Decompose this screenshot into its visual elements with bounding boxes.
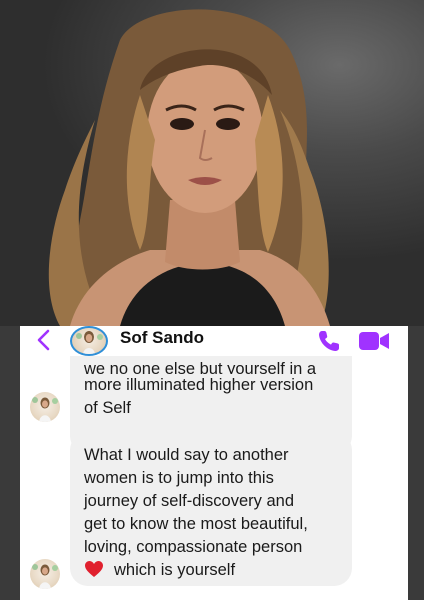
- message-line: women is to jump into this: [84, 469, 274, 487]
- phone-icon[interactable]: [316, 328, 342, 354]
- message-text: which is yourself: [114, 561, 236, 579]
- message-line: we no one else but yourself in a: [84, 360, 317, 374]
- avatar-image: [76, 331, 103, 354]
- chat-header: Sof Sando: [20, 326, 408, 356]
- message-line: get to know the most beautiful,: [84, 515, 308, 533]
- messenger-chat: Sof Sando we no one else but yourself in…: [20, 326, 408, 600]
- woman-portrait-image: [48, 9, 330, 326]
- message-line: of Self: [84, 399, 131, 417]
- profile-photo: [0, 0, 424, 326]
- message-line: journey of self-discovery and: [84, 492, 295, 510]
- avatar-image: [32, 397, 58, 422]
- sender-avatar[interactable]: [30, 559, 60, 589]
- sender-avatar[interactable]: [30, 392, 60, 422]
- contact-name[interactable]: Sof Sando: [120, 328, 204, 348]
- message-bubble: What I would say to another women is to …: [70, 432, 352, 586]
- message-line: more illuminated higher version: [84, 376, 314, 394]
- message-line-with-emoji: which is yourself: [84, 559, 338, 582]
- chevron-left-icon[interactable]: [34, 328, 54, 352]
- message-line: What I would say to another: [84, 446, 289, 464]
- video-camera-icon[interactable]: [358, 330, 390, 352]
- message-line: loving, compassionate person: [84, 538, 303, 556]
- contact-avatar[interactable]: [70, 326, 108, 356]
- heart-emoji-icon: [85, 561, 103, 577]
- avatar-image: [32, 564, 58, 589]
